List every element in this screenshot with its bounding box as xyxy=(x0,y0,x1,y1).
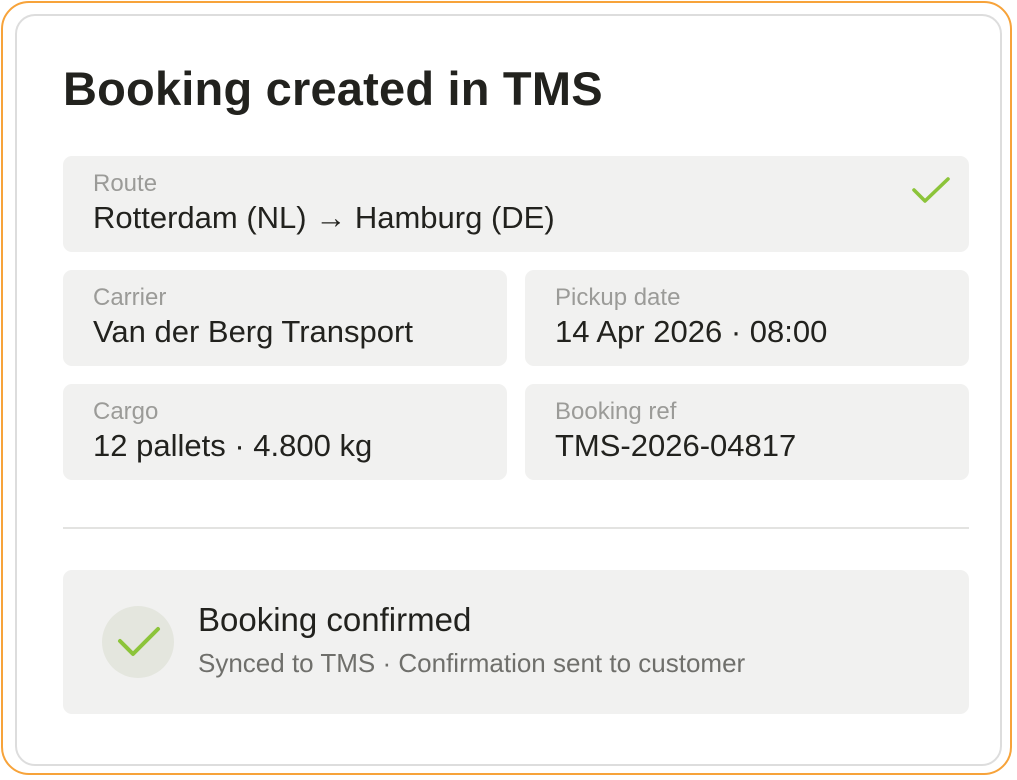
status-panel: Booking confirmed Synced to TMS · Confir… xyxy=(63,570,969,714)
divider xyxy=(63,527,969,529)
pickup-date-label: Pickup date xyxy=(555,284,681,311)
booking-ref-label: Booking ref xyxy=(555,398,677,425)
pickup-date-field: Pickup date 14 Apr 2026 · 08:00 xyxy=(525,270,969,366)
cargo-value: 12 pallets · 4.800 kg xyxy=(93,428,373,463)
booking-ref-field: Booking ref TMS-2026-04817 xyxy=(525,384,969,480)
route-field: Route Rotterdam (NL) → Hamburg (DE) xyxy=(63,156,969,252)
route-label: Route xyxy=(93,170,158,197)
status-title: Booking confirmed xyxy=(198,601,472,638)
booking-ref-value: TMS-2026-04817 xyxy=(555,428,797,463)
carrier-value: Van der Berg Transport xyxy=(93,314,413,349)
route-value: Rotterdam (NL) → Hamburg (DE) xyxy=(93,200,555,235)
page-title: Booking created in TMS xyxy=(63,62,603,115)
carrier-label: Carrier xyxy=(93,284,167,311)
status-subtitle: Synced to TMS · Confirmation sent to cus… xyxy=(198,648,746,678)
pickup-date-value: 14 Apr 2026 · 08:00 xyxy=(555,314,828,349)
checkmark-icon xyxy=(102,606,174,678)
cargo-field: Cargo 12 pallets · 4.800 kg xyxy=(63,384,507,480)
carrier-field: Carrier Van der Berg Transport xyxy=(63,270,507,366)
checkmark-glyph xyxy=(118,627,160,656)
cargo-label: Cargo xyxy=(93,398,159,425)
check-icon xyxy=(912,177,950,203)
